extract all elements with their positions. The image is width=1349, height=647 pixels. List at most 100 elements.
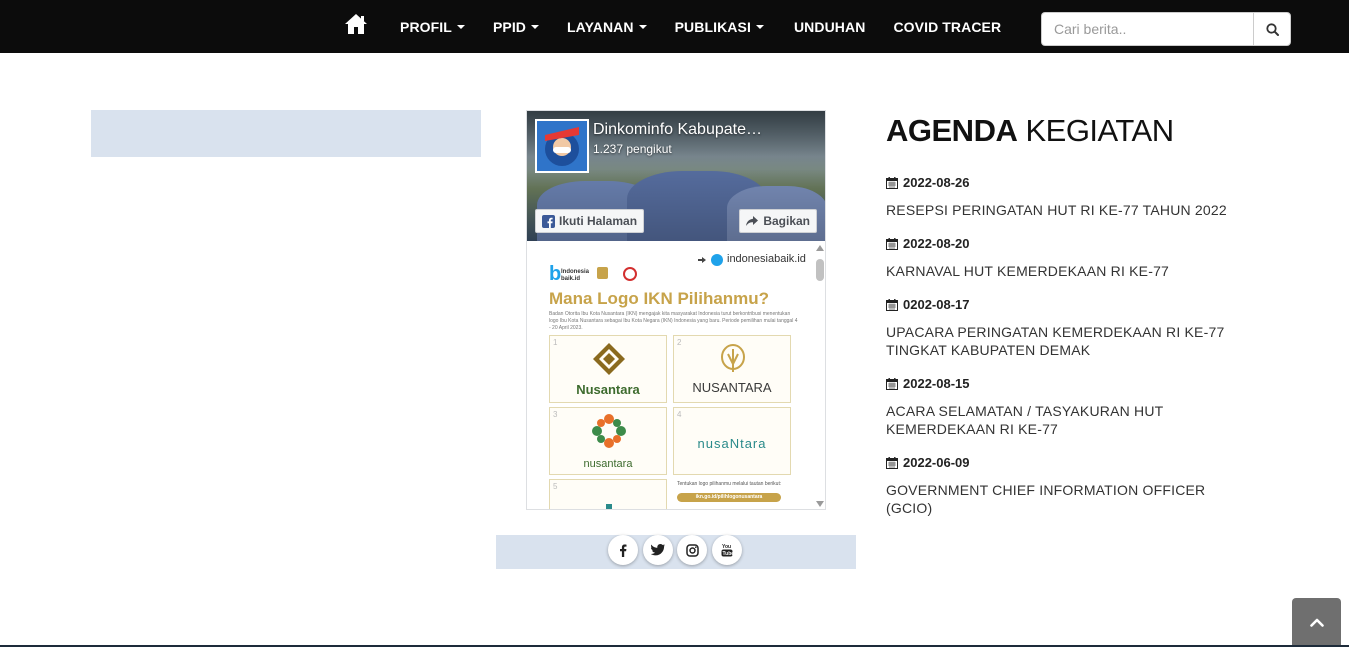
back-to-top-button[interactable]	[1292, 598, 1341, 647]
logo-option-1: 1 Nusantara	[549, 335, 667, 403]
asean-logo	[623, 267, 637, 281]
agenda-item-date: 2022-08-26	[886, 175, 970, 190]
date-text: 2022-08-26	[903, 175, 970, 190]
facebook-icon	[620, 544, 627, 557]
calendar-icon	[886, 237, 898, 250]
calendar-icon	[886, 456, 898, 469]
option-text: nusaNtara	[697, 436, 767, 451]
nav-item-layanan[interactable]: LAYANAN	[553, 0, 661, 53]
home-icon[interactable]	[344, 13, 368, 35]
caret-down-icon	[755, 25, 764, 29]
caret-down-icon	[531, 25, 540, 29]
instagram-link[interactable]	[677, 535, 707, 565]
option-text: nusantara	[583, 458, 633, 470]
cta-text: Tentukan logo pilihanmu melalui tautan b…	[677, 481, 782, 487]
nav-item-profil[interactable]: PROFIL	[386, 0, 479, 53]
chevron-up-icon	[1309, 618, 1324, 627]
nav-item-label: PPID	[492, 18, 527, 35]
search-icon	[1265, 22, 1279, 36]
nav-item-covid-tracer[interactable]: COVID TRACER	[879, 0, 1015, 53]
logo-option-2: 2 NUSANTARA	[673, 335, 791, 403]
agenda-item-link[interactable]: RESEPSI PERINGATAN HUT RI KE-77 TAHUN 20…	[886, 201, 1246, 219]
date-text: 2022-08-15	[903, 376, 970, 391]
source-badge-icon	[711, 254, 723, 266]
repost-icon	[698, 257, 706, 263]
share-button[interactable]: Bagikan	[739, 209, 817, 233]
scroll-up-arrow-icon[interactable]	[816, 245, 824, 251]
indonesiabaik-logo: b	[549, 263, 562, 285]
nav-item-label: PROFIL	[400, 18, 452, 35]
option-text: NUSANTARA	[692, 380, 772, 395]
feed-scrollbar[interactable]	[815, 243, 825, 509]
nav-item-unduhan[interactable]: UNDUHAN	[780, 0, 879, 53]
nav-item-label: COVID TRACER	[893, 18, 1002, 35]
share-icon	[746, 215, 759, 226]
twitter-link[interactable]	[643, 535, 673, 565]
facebook-page-widget: Dinkominfo Kabupate… 1.237 pengikut Ikut…	[526, 110, 826, 510]
scroll-thumb[interactable]	[816, 259, 824, 281]
facebook-icon	[542, 214, 555, 228]
logo-option-5: 5	[549, 479, 667, 509]
page-name[interactable]: Dinkominfo Kabupate…	[593, 121, 819, 139]
caret-down-icon	[638, 25, 647, 29]
svg-text:Tube: Tube	[723, 551, 734, 557]
post-source: indonesiabaik.id	[727, 253, 806, 265]
mask-mascot-logo	[537, 121, 587, 171]
feed-post[interactable]: indonesiabaik.id b Indonesia baik.id Man…	[537, 245, 809, 509]
option-number: 4	[677, 410, 682, 419]
search-button[interactable]	[1253, 12, 1291, 46]
option-number: 5	[553, 482, 558, 491]
calendar-icon	[886, 176, 898, 189]
scroll-down-arrow-icon[interactable]	[816, 501, 824, 507]
agenda-heading: AGENDA KEGIATAN	[886, 113, 1174, 149]
agenda-heading-light: KEGIATAN	[1025, 113, 1174, 148]
nusantara-logo-3-icon	[592, 414, 626, 448]
nusantara-logo-2-icon	[721, 344, 745, 372]
cta-link[interactable]: ikn.go.id/pilihlogonusantara	[677, 493, 781, 502]
calendar-icon	[886, 377, 898, 390]
twitter-icon	[651, 544, 665, 556]
follow-page-button[interactable]: Ikuti Halaman	[535, 209, 645, 233]
page-avatar[interactable]	[535, 119, 589, 173]
logo-option-4: 4 nusaNtara	[673, 407, 791, 475]
post-title: Mana Logo IKN Pilihanmu?	[549, 289, 770, 308]
post-description: Badan Otorita Ibu Kota Nusantara (IKN) m…	[549, 311, 798, 331]
agenda-item-date: 0202-08-17	[886, 297, 970, 312]
nav-item-label: PUBLIKASI	[674, 18, 751, 35]
garuda-emblem-icon	[597, 267, 608, 279]
agenda-item-link[interactable]: GOVERNMENT CHIEF INFORMATION OFFICER (GC…	[886, 481, 1246, 517]
top-navbar: PROFIL PPID LAYANAN PUBLIKASI UNDUHAN CO…	[0, 0, 1349, 53]
main-nav: PROFIL PPID LAYANAN PUBLIKASI UNDUHAN CO…	[386, 0, 1015, 53]
social-links-bar: You Tube	[496, 535, 856, 569]
follower-count: 1.237 pengikut	[593, 142, 672, 156]
follow-label: Ikuti Halaman	[559, 214, 638, 228]
agenda-item-date: 2022-08-15	[886, 376, 970, 391]
option-text: Nusantara	[576, 382, 640, 397]
svg-text:You: You	[722, 544, 731, 550]
nusantara-logo-1-icon	[593, 343, 625, 375]
search-input[interactable]	[1041, 12, 1253, 46]
agenda-item-link[interactable]: ACARA SELAMATAN / TASYAKURAN HUT KEMERDE…	[886, 402, 1246, 438]
page-feed[interactable]: indonesiabaik.id b Indonesia baik.id Man…	[527, 241, 825, 509]
nav-item-publikasi[interactable]: PUBLIKASI	[661, 0, 780, 53]
cta-panel: Tentukan logo pilihanmu melalui tautan b…	[673, 479, 791, 509]
brand-name: Indonesia baik.id	[561, 269, 590, 282]
nav-item-ppid[interactable]: PPID	[479, 0, 553, 53]
nav-item-label: LAYANAN	[567, 18, 634, 35]
option-number: 2	[677, 338, 682, 347]
date-text: 2022-08-20	[903, 236, 970, 251]
facebook-link[interactable]	[608, 535, 638, 565]
agenda-item-date: 2022-08-20	[886, 236, 970, 251]
youtube-icon: You Tube	[721, 544, 734, 557]
left-widget-panel	[91, 110, 481, 157]
logo-option-3: 3 nusantara	[549, 407, 667, 475]
share-label: Bagikan	[763, 214, 810, 228]
agenda-heading-bold: AGENDA	[886, 113, 1018, 148]
caret-down-icon	[456, 25, 465, 29]
instagram-icon	[685, 543, 699, 557]
agenda-item-link[interactable]: KARNAVAL HUT KEMERDEKAAN RI KE-77	[886, 262, 1246, 280]
youtube-link[interactable]: You Tube	[712, 535, 742, 565]
date-text: 0202-08-17	[903, 297, 970, 312]
date-text: 2022-06-09	[903, 455, 970, 470]
agenda-item-link[interactable]: UPACARA PERINGATAN KEMERDEKAAN RI KE-77 …	[886, 323, 1246, 359]
